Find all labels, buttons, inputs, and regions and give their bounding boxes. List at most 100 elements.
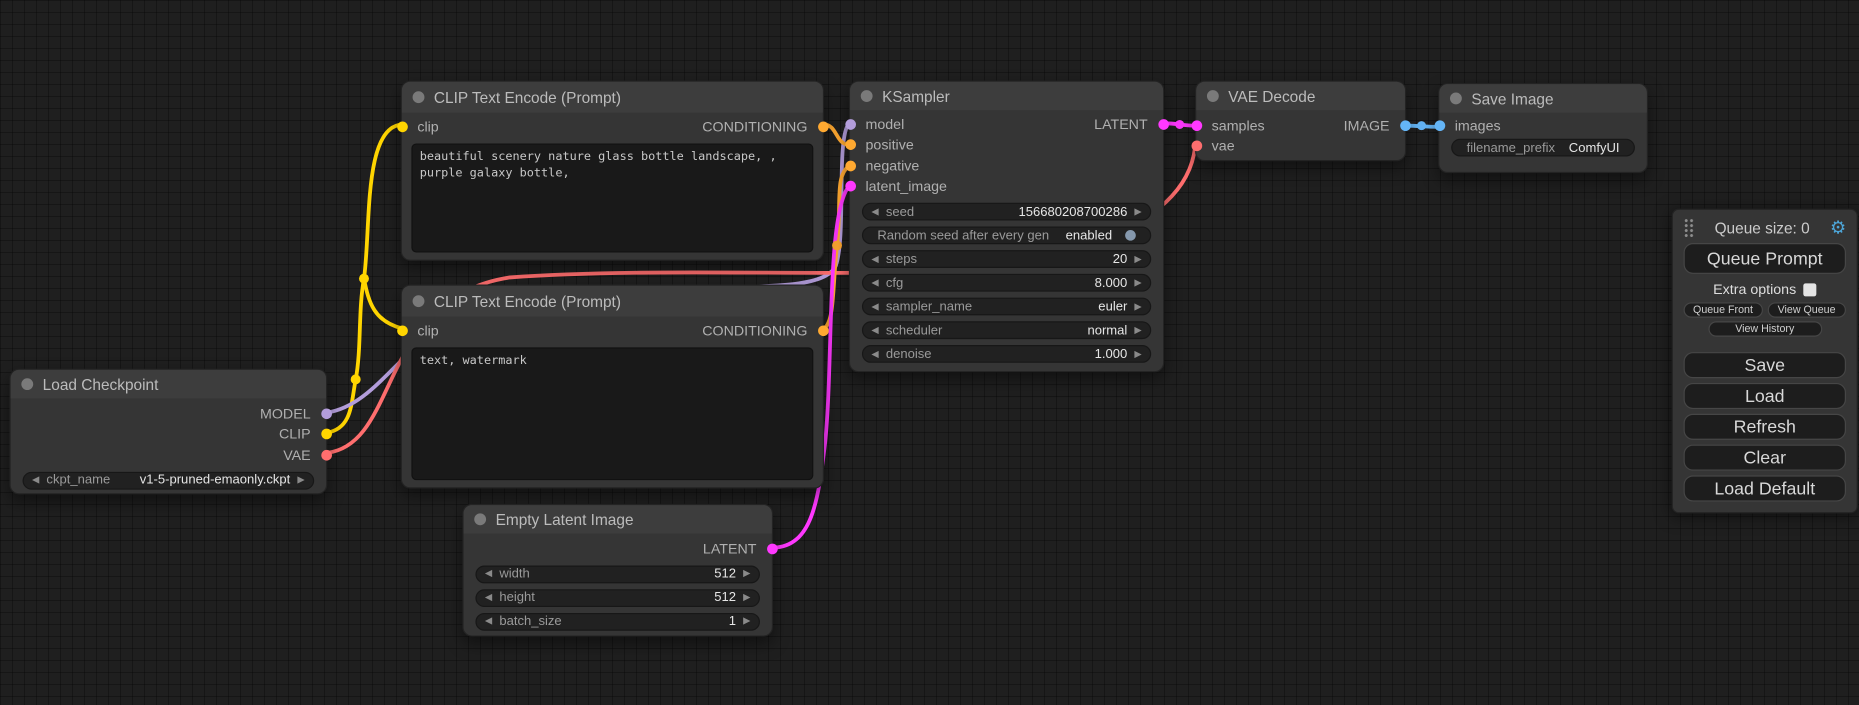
toggle-dot[interactable] — [1125, 230, 1136, 241]
widget-steps[interactable]: ◀ steps 20 ▶ — [862, 250, 1151, 268]
node-title-bar[interactable]: VAE Decode — [1196, 82, 1405, 110]
widget-scheduler[interactable]: ◀ scheduler normal ▶ — [862, 321, 1151, 339]
input-dot-clip[interactable] — [397, 325, 408, 336]
node-collapse-dot[interactable] — [861, 90, 873, 102]
widget-value: euler — [1098, 299, 1127, 313]
widget-random-seed[interactable]: Random seed after every gen enabled — [862, 226, 1151, 244]
input-dot-model[interactable] — [845, 119, 856, 130]
decrement-arrow-icon[interactable]: ◀ — [485, 593, 492, 602]
slot-label: LATENT — [1094, 116, 1148, 133]
widget-height[interactable]: ◀ height 512 ▶ — [475, 589, 760, 607]
output-dot-model[interactable] — [321, 408, 332, 419]
extra-options-checkbox[interactable] — [1803, 283, 1816, 296]
prompt-textarea[interactable]: text, watermark — [411, 347, 813, 480]
output-dot-clip[interactable] — [321, 429, 332, 440]
node-vae-decode[interactable]: VAE Decode samples IMAGE vae — [1195, 81, 1406, 162]
input-dot-images[interactable] — [1434, 120, 1445, 131]
input-dot-clip[interactable] — [397, 122, 408, 133]
node-empty-latent-image[interactable]: Empty Latent Image LATENT ◀ width 512 ▶ … — [462, 504, 773, 637]
output-dot-latent[interactable] — [766, 543, 777, 554]
widget-value: v1-5-pruned-emaonly.ckpt — [140, 473, 291, 487]
output-dot-latent[interactable] — [1158, 119, 1169, 130]
node-load-checkpoint[interactable]: Load Checkpoint MODEL CLIP VAE ◀ ckpt_na… — [9, 369, 327, 495]
node-collapse-dot[interactable] — [21, 378, 33, 390]
decrement-arrow-icon[interactable]: ◀ — [871, 254, 878, 263]
menu-header: Queue size: 0 ⚙ — [1684, 216, 1846, 240]
slot-label: clip — [417, 322, 438, 339]
increment-arrow-icon[interactable]: ▶ — [743, 569, 750, 578]
node-clip-text-encode-positive[interactable]: CLIP Text Encode (Prompt) clip CONDITION… — [401, 81, 824, 261]
increment-arrow-icon[interactable]: ▶ — [1134, 325, 1141, 334]
widget-value: 1.000 — [1095, 347, 1128, 361]
decrement-arrow-icon[interactable]: ◀ — [871, 325, 878, 334]
node-ksampler[interactable]: KSampler model LATENT positive negative — [849, 81, 1164, 373]
increment-arrow-icon[interactable]: ▶ — [743, 617, 750, 626]
graph-canvas[interactable]: Load Checkpoint MODEL CLIP VAE ◀ ckpt_na… — [0, 0, 1859, 705]
increment-arrow-icon[interactable]: ▶ — [1134, 349, 1141, 358]
node-title-bar[interactable]: Empty Latent Image — [464, 505, 772, 533]
node-collapse-dot[interactable] — [1450, 92, 1462, 104]
decrement-arrow-icon[interactable]: ◀ — [871, 207, 878, 216]
decrement-arrow-icon[interactable]: ◀ — [485, 569, 492, 578]
clear-button[interactable]: Clear — [1684, 445, 1846, 471]
node-title-bar[interactable]: Save Image — [1439, 84, 1646, 112]
node-title-bar[interactable]: CLIP Text Encode (Prompt) — [402, 286, 823, 317]
node-collapse-dot[interactable] — [413, 295, 425, 307]
node-clip-text-encode-negative[interactable]: CLIP Text Encode (Prompt) clip CONDITION… — [401, 285, 824, 489]
output-dot-conditioning[interactable] — [817, 122, 828, 133]
increment-arrow-icon[interactable]: ▶ — [1134, 278, 1141, 287]
input-dot-samples[interactable] — [1191, 120, 1202, 131]
drag-handle-icon[interactable] — [1684, 218, 1695, 237]
view-queue-button[interactable]: View Queue — [1767, 302, 1846, 317]
widget-ckpt-name[interactable]: ◀ ckpt_name v1-5-pruned-emaonly.ckpt ▶ — [23, 471, 315, 489]
queue-prompt-button[interactable]: Queue Prompt — [1684, 243, 1846, 274]
increment-arrow-icon[interactable]: ▶ — [1134, 302, 1141, 311]
node-save-image[interactable]: Save Image images filename_prefix ComfyU… — [1438, 83, 1648, 173]
increment-arrow-icon[interactable]: ▶ — [1134, 254, 1141, 263]
decrement-arrow-icon[interactable]: ◀ — [485, 617, 492, 626]
node-title-bar[interactable]: CLIP Text Encode (Prompt) — [402, 82, 823, 113]
node-title-bar[interactable]: Load Checkpoint — [11, 370, 326, 398]
decrement-arrow-icon[interactable]: ◀ — [871, 302, 878, 311]
slot-label: positive — [865, 137, 913, 154]
decrement-arrow-icon[interactable]: ◀ — [871, 278, 878, 287]
widget-denoise[interactable]: ◀ denoise 1.000 ▶ — [862, 345, 1151, 363]
increment-arrow-icon[interactable]: ▶ — [297, 475, 304, 484]
load-default-button[interactable]: Load Default — [1684, 475, 1846, 501]
node-collapse-dot[interactable] — [1207, 90, 1219, 102]
output-dot-conditioning[interactable] — [817, 325, 828, 336]
settings-gear-icon[interactable]: ⚙ — [1830, 219, 1846, 237]
wire-dot-image — [1417, 121, 1426, 130]
input-dot-positive[interactable] — [845, 140, 856, 151]
output-slot-latent: LATENT — [1094, 114, 1163, 135]
input-dot-vae[interactable] — [1191, 141, 1202, 152]
save-button[interactable]: Save — [1684, 352, 1846, 378]
slot-label: images — [1455, 117, 1501, 134]
decrement-arrow-icon[interactable]: ◀ — [32, 475, 39, 484]
widget-label: Random seed after every gen — [877, 228, 1049, 242]
increment-arrow-icon[interactable]: ▶ — [743, 593, 750, 602]
increment-arrow-icon[interactable]: ▶ — [1134, 207, 1141, 216]
output-slot-conditioning: CONDITIONING — [702, 318, 823, 344]
widget-width[interactable]: ◀ width 512 ▶ — [475, 565, 760, 583]
refresh-button[interactable]: Refresh — [1684, 414, 1846, 440]
widget-seed[interactable]: ◀ seed 156680208700286 ▶ — [862, 203, 1151, 221]
decrement-arrow-icon[interactable]: ◀ — [871, 349, 878, 358]
queue-front-button[interactable]: Queue Front — [1684, 302, 1763, 317]
node-collapse-dot[interactable] — [413, 91, 425, 103]
node-collapse-dot[interactable] — [474, 513, 486, 525]
widget-batch-size[interactable]: ◀ batch_size 1 ▶ — [475, 612, 760, 630]
load-button[interactable]: Load — [1684, 383, 1846, 409]
widget-value: 512 — [714, 567, 736, 581]
widget-filename-prefix[interactable]: filename_prefix ComfyUI — [1451, 139, 1635, 157]
wire-dot-latent — [1175, 120, 1184, 129]
view-history-button[interactable]: View History — [1708, 321, 1822, 336]
input-dot-negative[interactable] — [845, 160, 856, 171]
output-dot-vae[interactable] — [321, 450, 332, 461]
input-dot-latent-image[interactable] — [845, 181, 856, 192]
node-title-bar[interactable]: KSampler — [850, 82, 1163, 110]
widget-sampler-name[interactable]: ◀ sampler_name euler ▶ — [862, 298, 1151, 316]
widget-cfg[interactable]: ◀ cfg 8.000 ▶ — [862, 274, 1151, 292]
prompt-textarea[interactable]: beautiful scenery nature glass bottle la… — [411, 143, 813, 252]
output-dot-image[interactable] — [1400, 120, 1411, 131]
